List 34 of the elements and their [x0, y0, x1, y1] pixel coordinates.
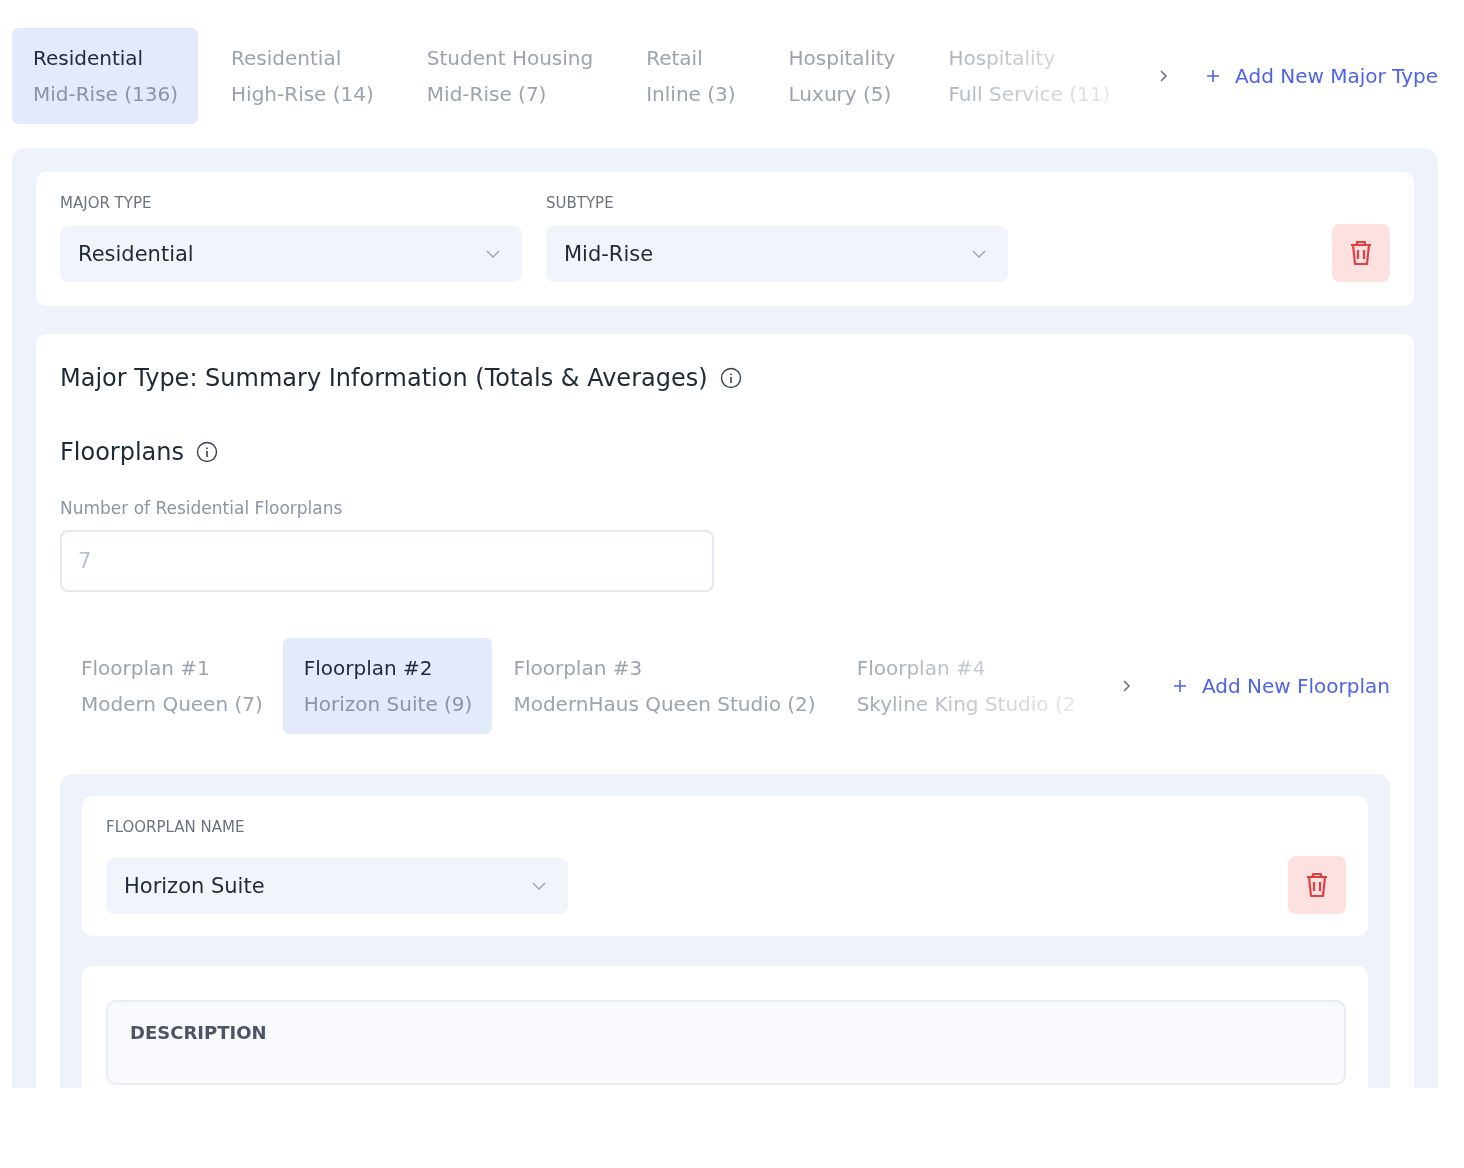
major-type-tab[interactable]: Retail Inline (3) [625, 28, 756, 124]
floorplan-name-dropdown[interactable]: Horizon Suite [106, 858, 568, 914]
section-title: Major Type: Summary Information (Totals & Averages) [60, 364, 708, 392]
chevron-right-icon[interactable] [1159, 69, 1170, 83]
chevron-down-icon [532, 882, 546, 890]
section-title: Floorplans [60, 438, 185, 466]
chevron-down-icon [972, 250, 986, 258]
field-label: SUBTYPE [546, 194, 615, 214]
chevron-down-icon [486, 250, 500, 258]
delete-button[interactable] [1288, 856, 1346, 914]
floorplan-count-field[interactable]: 7 [60, 530, 714, 592]
plus-icon [1205, 68, 1222, 84]
major-type-tab[interactable]: Residential High-Rise (14) [210, 28, 394, 124]
major-type-tab[interactable]: Residential Mid-Rise (136) [12, 28, 199, 124]
floorplan-tab[interactable]: Floorplan #1 Modern Queen (7) [60, 638, 283, 734]
trash-icon [1304, 871, 1330, 899]
major-type-dropdown[interactable]: Residential [60, 226, 522, 282]
info-icon[interactable] [719, 367, 742, 389]
info-icon[interactable] [196, 441, 219, 463]
floorplan-tab[interactable]: Floorplan #3 ModernHaus Queen Studio (2) [492, 638, 836, 734]
field-label: Number of Residential Floorplans [60, 498, 344, 518]
plus-icon [1172, 678, 1188, 694]
field-label: FLOORPLAN NAME [106, 818, 246, 838]
major-type-tab[interactable]: Hospitality Luxury (5) [767, 28, 916, 124]
major-type-tab[interactable]: Student Housing Mid-Rise (7) [405, 28, 614, 124]
add-major-type-button[interactable]: Add New Major Type [1205, 64, 1438, 88]
delete-button[interactable] [1332, 224, 1390, 282]
floorplan-tab[interactable]: Floorplan #2 Horizon Suite (9) [282, 638, 493, 734]
subtype-dropdown[interactable]: Mid-Rise [546, 226, 1008, 282]
field-label: MAJOR TYPE [60, 194, 153, 214]
trash-icon [1348, 239, 1374, 267]
add-floorplan-button[interactable]: Add New Floorplan [1172, 674, 1390, 698]
chevron-right-icon[interactable] [1122, 679, 1132, 693]
field-label: DESCRIPTION [130, 1022, 268, 1043]
